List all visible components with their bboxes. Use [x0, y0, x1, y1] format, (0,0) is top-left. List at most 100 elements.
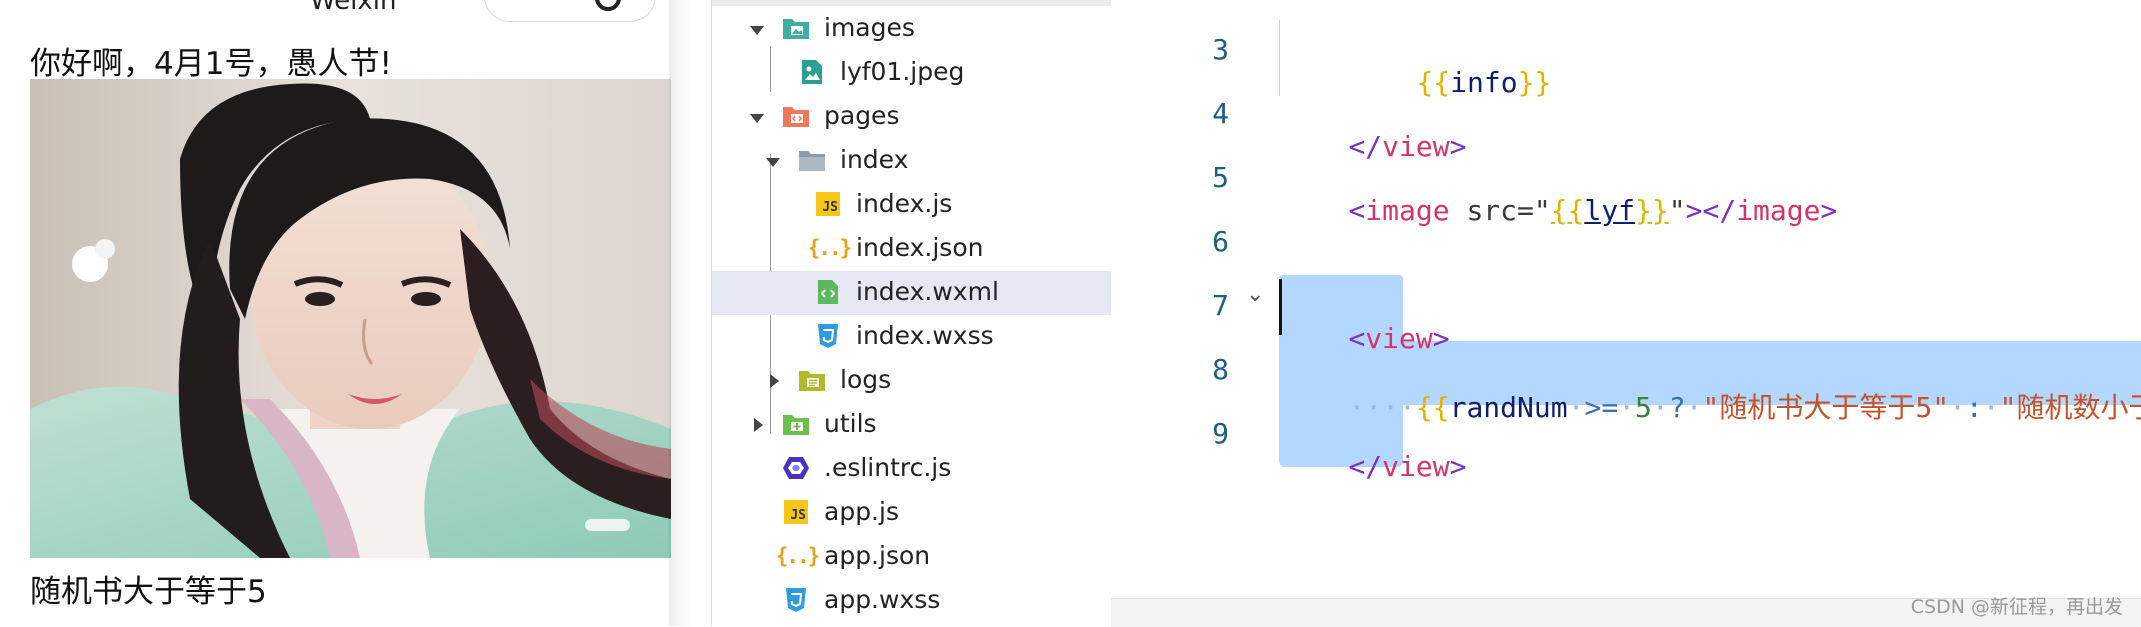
quote: "	[1533, 194, 1551, 227]
js-file-icon: JS	[814, 191, 842, 217]
result-text: 随机书大于等于5	[30, 574, 267, 610]
image-file-icon	[798, 59, 826, 85]
string: "随机数小于5"	[1999, 391, 2141, 424]
tag-bracket: <	[1348, 194, 1366, 227]
text-cursor	[1279, 279, 1282, 335]
line-number: 3	[1212, 33, 1229, 66]
chevron-down-icon[interactable]	[766, 158, 780, 167]
nav-title: Weixin	[310, 0, 397, 16]
tag-name: view	[1382, 130, 1450, 163]
chevron-right-icon[interactable]	[770, 374, 779, 388]
folder-pages-icon	[782, 103, 810, 129]
chevron-down-icon[interactable]	[750, 26, 764, 35]
capsule-menu[interactable]	[484, 0, 656, 22]
folder-utils-icon	[782, 411, 810, 437]
code-line-9[interactable]: </view>	[1281, 417, 1466, 516]
variable: lyf	[1584, 194, 1636, 227]
mustache-open: {{	[1416, 66, 1451, 99]
operator: >=	[1584, 391, 1619, 424]
line-number: 8	[1212, 353, 1229, 386]
tree-item-label: app.js	[824, 497, 899, 526]
code-editor[interactable]: 3 4 5 6 7 8 9 ⌄ {{info}} </view> <image …	[1111, 0, 2141, 627]
string: "随机书大于等于5"	[1702, 391, 1950, 424]
tree-item-logs[interactable]: logs	[712, 359, 1111, 403]
tree-item-index-json[interactable]: {..} index.json	[712, 227, 1111, 271]
quote: "	[1668, 194, 1686, 227]
tree-item-index-js[interactable]: JS index.js	[712, 183, 1111, 227]
number: 5	[1635, 391, 1652, 424]
tree-item-label: index.js	[856, 189, 953, 218]
variable: randNum	[1449, 391, 1568, 424]
eslint-icon	[782, 455, 810, 481]
tree-item-label: pages	[824, 101, 900, 130]
info-text: 你好啊，4月1号，愚人节!	[30, 46, 392, 82]
tree-item-label: app.wxss	[824, 585, 941, 614]
tree-item-label: index	[840, 145, 909, 174]
tree-item-label: logs	[840, 365, 892, 394]
line-number: 9	[1212, 417, 1229, 450]
tree-item-label: lyf01.jpeg	[840, 57, 965, 86]
tree-item-label: .eslintrc.js	[824, 453, 952, 482]
variable: info	[1450, 66, 1518, 99]
file-explorer: images lyf01.jpeg pages index JS index.j…	[711, 0, 1112, 626]
folder-logs-icon	[798, 367, 826, 393]
js-file-icon: JS	[782, 499, 810, 525]
fold-chevron-icon[interactable]: ⌄	[1246, 282, 1264, 307]
chevron-right-icon[interactable]	[754, 418, 763, 432]
tree-item-app-wxss[interactable]: app.wxss	[712, 579, 1111, 623]
whitespace-dot: ·	[1651, 391, 1669, 424]
operator: :	[1965, 391, 1983, 424]
tree-item-images[interactable]: images	[712, 7, 1111, 51]
line-number: 6	[1212, 225, 1229, 258]
whitespace-dot: ·	[1618, 391, 1636, 424]
line-number: 4	[1212, 97, 1229, 130]
tree-item-app-json[interactable]: {..} app.json	[712, 535, 1111, 579]
tag-bracket: >	[1820, 194, 1838, 227]
tag-bracket: >	[1449, 130, 1467, 163]
whitespace-dot: ·	[1982, 391, 2000, 424]
tree-item-eslintrc[interactable]: .eslintrc.js	[712, 447, 1111, 491]
tag-name: image	[1736, 194, 1821, 227]
tag-bracket: >	[1432, 322, 1450, 355]
explorer-header	[712, 0, 1111, 6]
mustache-open: {{	[1550, 194, 1585, 227]
tree-item-pages[interactable]: pages	[712, 95, 1111, 139]
indent-guide	[1279, 20, 1280, 96]
tree-item-lyf01[interactable]: lyf01.jpeg	[712, 51, 1111, 95]
whitespace-dot: ·	[1949, 391, 1966, 424]
tree-item-index-wxss[interactable]: index.wxss	[712, 315, 1111, 359]
tree-item-index-folder[interactable]: index	[712, 139, 1111, 183]
folder-icon	[798, 147, 826, 173]
wxss-file-icon	[814, 323, 842, 349]
attribute: src=	[1449, 194, 1534, 227]
tree-item-index-wxml[interactable]: index.wxml	[712, 271, 1111, 315]
tree-item-label: app.json	[824, 541, 931, 570]
tree-item-app-js[interactable]: JS app.js	[712, 491, 1111, 535]
tag-bracket: </	[1348, 450, 1383, 483]
tag-bracket: </	[1348, 130, 1383, 163]
simulator-panel: Weixin 你好啊，4月1号，愚人节! 随机书大于等于5	[0, 0, 693, 626]
tag-name: image	[1365, 194, 1450, 227]
tag-name: view	[1365, 322, 1433, 355]
wxml-file-icon	[814, 279, 842, 305]
close-miniprogram-icon[interactable]	[595, 0, 621, 11]
folder-images-icon	[782, 15, 810, 41]
portrait-image	[30, 79, 671, 558]
mustache-close: }}	[1635, 194, 1669, 227]
whitespace-dot: ·	[1685, 391, 1703, 424]
line-number: 7	[1212, 289, 1229, 322]
panel-divider	[669, 0, 693, 626]
tag-bracket: ></	[1685, 194, 1737, 227]
tag-bracket: <	[1348, 322, 1366, 355]
tree-item-label: utils	[824, 409, 877, 438]
operator: ?	[1668, 391, 1686, 424]
tree-item-label: index.json	[856, 233, 984, 262]
tree-item-label: index.wxss	[856, 321, 994, 350]
tree-item-utils[interactable]: utils	[712, 403, 1111, 447]
code-line-5[interactable]: <image src="{{lyf}}"></image>	[1281, 161, 1837, 260]
json-file-icon: {..}	[807, 236, 853, 260]
tree-item-label: index.wxml	[856, 277, 999, 306]
chevron-down-icon[interactable]	[750, 114, 764, 123]
wxss-file-icon	[782, 587, 810, 613]
tag-name: view	[1382, 450, 1450, 483]
